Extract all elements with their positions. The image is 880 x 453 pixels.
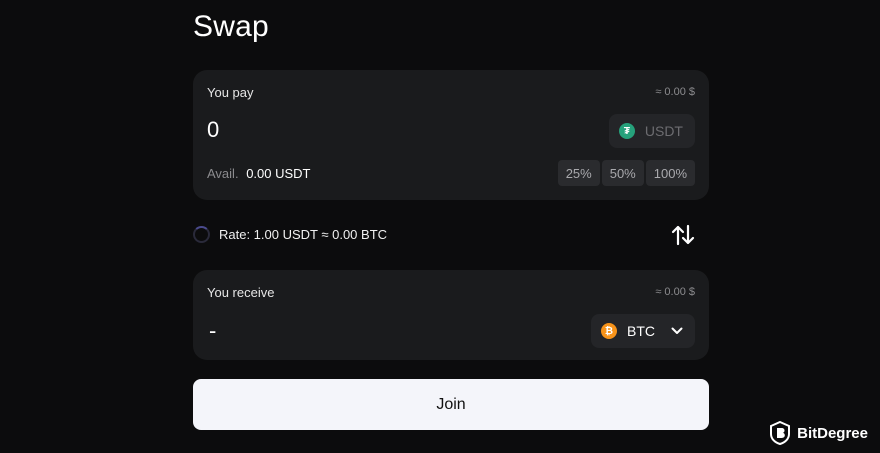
pay-label: You pay (207, 85, 254, 100)
pay-usd-value: ≈ 0.00 $ (655, 86, 695, 98)
page-title: Swap (193, 10, 269, 43)
receive-token-selector[interactable]: ₿ BTC (591, 314, 695, 348)
receive-amount: - (209, 318, 217, 343)
pay-token-selector[interactable]: ₮ USDT (608, 114, 695, 148)
pay-amount-input[interactable] (207, 117, 467, 143)
receive-card: You receive ≈ 0.00 $ - ₿ BTC (193, 270, 709, 360)
pay-token-symbol: USDT (644, 123, 683, 139)
swap-direction-button[interactable] (669, 222, 697, 248)
percent-50-button[interactable]: 50% (601, 160, 644, 186)
pay-card: You pay ≈ 0.00 $ ₮ USDT Avail. 0.00 USDT… (193, 70, 709, 200)
percent-buttons: 25% 50% 100% (557, 160, 695, 186)
bitcoin-icon: ₿ (601, 323, 617, 339)
percent-100-button[interactable]: 100% (645, 160, 695, 186)
receive-usd-value: ≈ 0.00 $ (655, 286, 695, 298)
loading-spinner-icon (193, 226, 210, 243)
chevron-down-icon (671, 327, 683, 335)
watermark-text: BitDegree (797, 424, 868, 442)
rate-text: Rate: 1.00 USDT ≈ 0.00 BTC (219, 227, 388, 242)
rate-row: Rate: 1.00 USDT ≈ 0.00 BTC (193, 226, 387, 243)
available-label: Avail. (207, 166, 239, 181)
receive-label: You receive (207, 285, 275, 300)
bitdegree-logo-icon (770, 421, 791, 445)
join-button[interactable]: Join (193, 379, 709, 430)
percent-25-button[interactable]: 25% (557, 160, 600, 186)
available-balance: Avail. 0.00 USDT (207, 166, 311, 181)
available-value: 0.00 USDT (246, 166, 311, 181)
swap-arrows-icon (671, 224, 695, 246)
receive-token-symbol: BTC (627, 323, 655, 339)
tether-icon: ₮ (618, 123, 635, 139)
bitdegree-watermark: BitDegree (769, 421, 868, 445)
